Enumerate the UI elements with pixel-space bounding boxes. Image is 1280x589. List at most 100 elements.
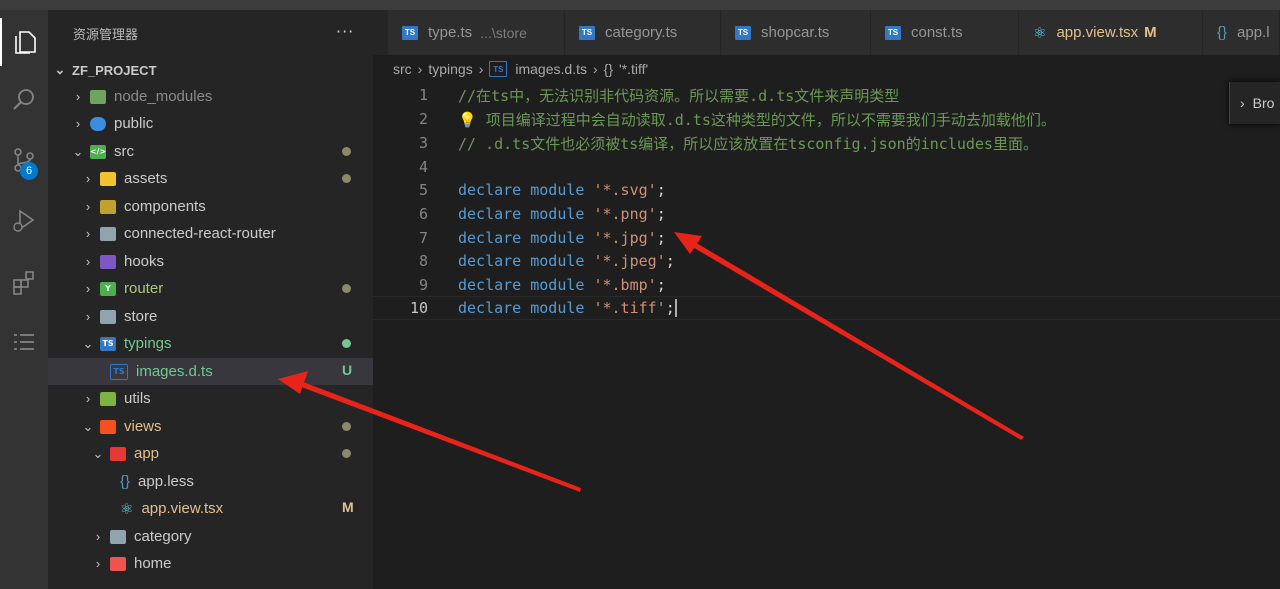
- code-line: 8 declare module '*.jpeg';: [373, 249, 1280, 273]
- chevron-down-icon: ⌄: [72, 143, 84, 159]
- breadcrumb-item[interactable]: images.d.ts: [515, 61, 587, 77]
- tree-item-label: store: [124, 308, 158, 325]
- browse-widget[interactable]: › Bro: [1229, 82, 1280, 124]
- modified-status: M: [342, 499, 354, 515]
- tree-item-src[interactable]: ⌄ </> src: [48, 138, 373, 165]
- tree-item-typings[interactable]: ⌄ TS typings: [48, 330, 373, 357]
- less-file-icon: {}: [1217, 24, 1228, 41]
- chevron-right-icon: ›: [85, 226, 91, 241]
- untracked-status: U: [342, 362, 353, 378]
- tab-type-ts[interactable]: TS type.ts ...\store: [388, 10, 565, 55]
- code-keyword: module: [530, 298, 585, 317]
- tree-item-components[interactable]: › components: [48, 193, 373, 220]
- tree-item-hooks[interactable]: › hooks: [48, 248, 373, 275]
- code-comment: // .d.ts文件也必须被ts编译，所以应该放置在tsconfig.json的…: [458, 134, 1038, 153]
- tree-item-connected-react-router[interactable]: › connected-react-router: [48, 220, 373, 247]
- tab-modified-indicator: M: [1144, 24, 1157, 41]
- chevron-right-icon: ›: [95, 556, 101, 571]
- change-dot: [342, 284, 351, 293]
- code-line: 3 // .d.ts文件也必须被ts编译，所以应该放置在tsconfig.jso…: [373, 131, 1280, 155]
- tree-item-label: connected-react-router: [124, 225, 276, 242]
- line-number: 3: [418, 134, 428, 152]
- tab-description: ...\store: [480, 24, 527, 41]
- typings-folder-icon: TS: [100, 336, 116, 351]
- chevron-down-icon: ⌄: [92, 445, 104, 461]
- folder-icon: [100, 309, 116, 324]
- project-root[interactable]: ⌄ ZF_PROJECT: [48, 60, 373, 80]
- src-folder-icon: </>: [90, 144, 106, 159]
- folder-icon: [100, 226, 116, 241]
- tree-item-label: category: [134, 528, 192, 545]
- code-line: 9 declare module '*.bmp';: [373, 273, 1280, 297]
- line-number: 5: [418, 181, 428, 199]
- code-comment-line: 💡 项目编译过程中会自动读取.d.ts这种类型的文件，所以不需要我们手动去加载他…: [458, 109, 1056, 130]
- tree-item-label: home: [134, 555, 172, 572]
- tree-item-label: hooks: [124, 253, 165, 270]
- lightbulb-icon[interactable]: 💡: [458, 111, 477, 129]
- tree-item-app-less[interactable]: {} app.less: [48, 468, 373, 495]
- outline-list-icon[interactable]: [0, 318, 48, 366]
- tree-item-app[interactable]: ⌄ app: [48, 440, 373, 467]
- tree-item-label: src: [114, 143, 134, 160]
- tree-item-assets[interactable]: › assets: [48, 165, 373, 192]
- line-number: 4: [418, 158, 428, 176]
- chevron-right-icon: ›: [592, 61, 598, 77]
- tree-item-images-d-ts[interactable]: TS images.d.ts U: [48, 358, 373, 385]
- tab-label: type.ts: [428, 24, 473, 41]
- code-punct: ;: [656, 181, 666, 199]
- more-actions-icon[interactable]: ···: [336, 22, 354, 41]
- code-comment: //在ts中，无法识别非代码资源。所以需要.d.ts文件来声明类型: [458, 86, 900, 105]
- tree-item-home[interactable]: › home: [48, 550, 373, 577]
- code-punct: ;: [665, 298, 675, 317]
- tab-category-ts[interactable]: TS category.ts: [565, 10, 721, 55]
- line-number: 7: [418, 229, 428, 247]
- code-string: '*.tiff': [593, 298, 666, 317]
- breadcrumb-item[interactable]: src: [393, 61, 412, 77]
- code-line: 1 //在ts中，无法识别非代码资源。所以需要.d.ts文件来声明类型: [373, 83, 1280, 107]
- chevron-right-icon: ›: [85, 199, 91, 214]
- text-cursor: [674, 299, 677, 318]
- breadcrumb-item[interactable]: typings: [428, 61, 472, 77]
- tree-item-label: app: [134, 445, 160, 462]
- tree-item-label: assets: [124, 170, 168, 187]
- typescript-file-icon: TS: [885, 25, 901, 40]
- activity-bar: 6: [0, 10, 48, 589]
- tab-app-view-tsx[interactable]: ⚛ app.view.tsx M: [1019, 10, 1203, 55]
- search-icon[interactable]: [0, 76, 48, 124]
- tree-item-category[interactable]: › category: [48, 523, 373, 550]
- code-punct: ;: [665, 252, 675, 270]
- tab-shopcar-ts[interactable]: TS shopcar.ts: [721, 10, 871, 55]
- tree-item-store[interactable]: › store: [48, 303, 373, 330]
- app-folder-icon: [110, 446, 126, 461]
- code-editor[interactable]: 1 //在ts中，无法识别非代码资源。所以需要.d.ts文件来声明类型 2 💡 …: [373, 82, 1280, 589]
- explorer-icon[interactable]: [0, 18, 48, 66]
- run-debug-icon[interactable]: [0, 196, 48, 244]
- code-string: '*.png': [593, 205, 657, 223]
- chevron-right-icon: ›: [85, 309, 91, 324]
- chevron-down-icon: ⌄: [82, 418, 94, 434]
- code-line: 6 declare module '*.png';: [373, 202, 1280, 226]
- tree-item-label: typings: [124, 335, 172, 352]
- extensions-icon[interactable]: [0, 258, 48, 306]
- public-folder-icon: [90, 116, 106, 131]
- typescript-file-icon: TS: [489, 61, 508, 77]
- code-string: '*.jpeg': [593, 252, 666, 270]
- tree-item-views[interactable]: ⌄ views: [48, 413, 373, 440]
- tree-item-router[interactable]: › Y router: [48, 275, 373, 302]
- code-line: 2 💡 项目编译过程中会自动读取.d.ts这种类型的文件，所以不需要我们手动去加…: [373, 107, 1280, 131]
- typescript-file-icon: TS: [735, 25, 751, 40]
- tree-item-public[interactable]: › public: [48, 110, 373, 137]
- browse-widget-label: Bro: [1252, 95, 1275, 111]
- components-folder-icon: [100, 199, 116, 214]
- tab-const-ts[interactable]: TS const.ts: [871, 10, 1019, 55]
- tree-item-node-modules[interactable]: › node_modules: [48, 83, 373, 110]
- tab-app-less[interactable]: {} app.l: [1203, 10, 1280, 55]
- tab-label: app.l: [1237, 24, 1270, 41]
- tree-item-utils[interactable]: › utils: [48, 385, 373, 412]
- code-keyword: declare: [458, 276, 522, 294]
- react-file-icon: ⚛: [120, 500, 134, 518]
- tree-item-label: images.d.ts: [136, 363, 213, 380]
- tree-item-app-view-tsx[interactable]: ⚛ app.view.tsx M: [48, 495, 373, 522]
- breadcrumb-item[interactable]: '*.tiff': [619, 61, 648, 77]
- code-keyword: declare: [458, 298, 522, 317]
